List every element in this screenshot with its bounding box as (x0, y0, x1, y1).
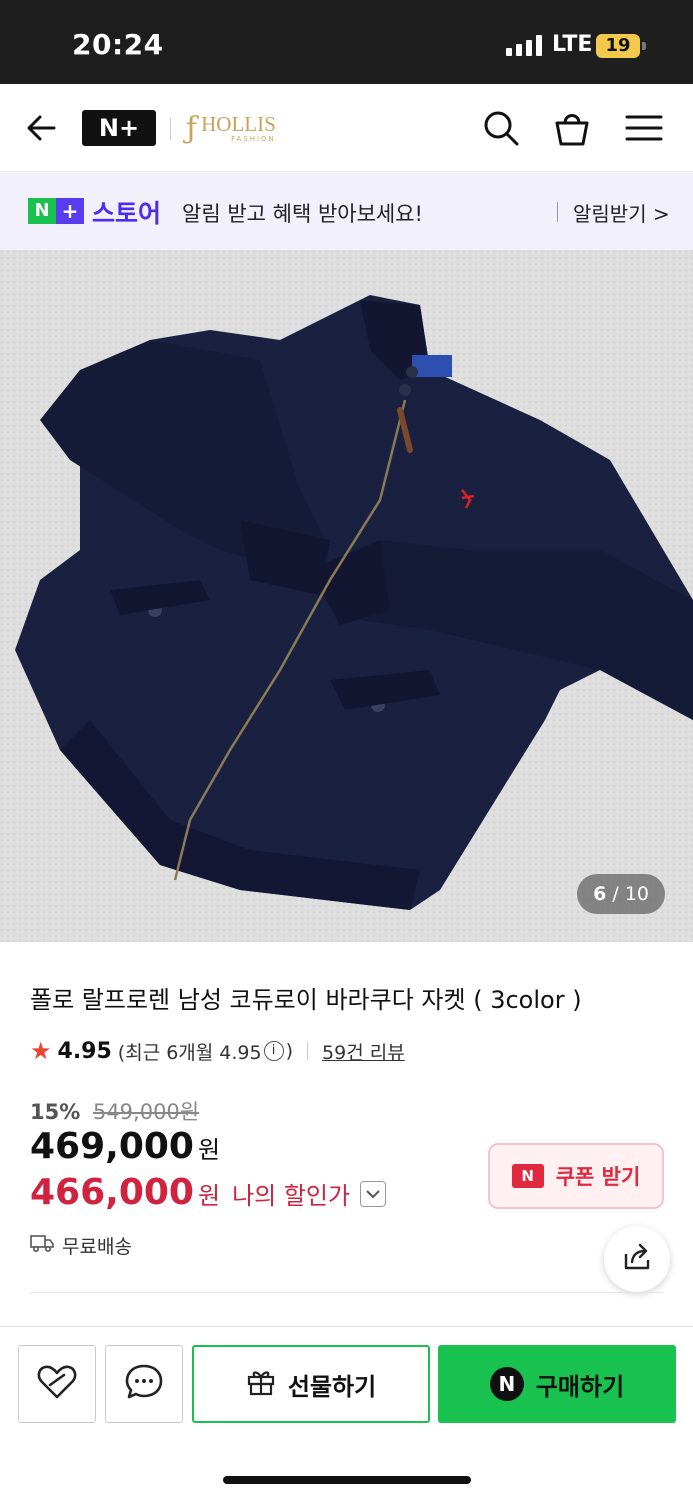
subscribe-alert-button[interactable]: 알림받기 > (573, 198, 670, 227)
like-button[interactable] (18, 1345, 96, 1423)
notification-banner[interactable]: N + 스토어 알림 받고 혜택 받아보세요! 알림받기 > (0, 172, 693, 250)
discount-rate: 15% (30, 1100, 81, 1124)
star-icon: ★ (30, 1037, 52, 1065)
battery-icon: 19 (596, 34, 640, 58)
heart-icon (36, 1363, 78, 1405)
image-counter-separator: / (612, 883, 619, 905)
product-title: 폴로 랄프로렌 남성 코듀로이 바라쿠다 자켓 ( 3color ) (30, 986, 582, 1014)
my-price-value: 466,000 (30, 1172, 194, 1213)
signal-icon (506, 34, 542, 56)
shipping-label: 무료배송 (62, 1236, 132, 1258)
home-indicator[interactable] (223, 1476, 471, 1484)
badge-n: N (28, 198, 56, 224)
coupon-icon: N (511, 1164, 544, 1188)
chevron-down-icon[interactable] (360, 1181, 387, 1207)
buy-button[interactable]: N 구매하기 (438, 1345, 676, 1423)
discount-row: 15% 549,000원 (30, 1096, 199, 1126)
brand-divider (170, 118, 171, 140)
search-icon[interactable] (481, 108, 521, 148)
share-icon (620, 1240, 654, 1278)
image-counter: 6 / 10 (577, 874, 665, 914)
rating-recent: (최근 6개월 4.95 (117, 1041, 262, 1064)
my-price-label: 나의 할인가 (232, 1182, 351, 1210)
shipping-info: 무료배송 (30, 1232, 132, 1259)
naver-pay-icon: N (489, 1367, 524, 1401)
store-label: 스토어 (92, 199, 162, 228)
share-button[interactable] (604, 1226, 670, 1292)
section-divider (30, 1292, 663, 1293)
chat-bubble-icon (124, 1362, 164, 1406)
brand-subtitle: FASHION (231, 134, 276, 143)
image-counter-total: 10 (624, 883, 649, 905)
rating-score: 4.95 (57, 1038, 112, 1064)
coupon-label: 쿠폰 받기 (555, 1165, 641, 1189)
my-price-unit: 원 (197, 1182, 221, 1210)
brand-logo[interactable]: ƒ HOLLIS FASHION (186, 108, 276, 148)
image-counter-current: 6 (593, 883, 607, 905)
bottom-action-bar: 선물하기 N 구매하기 (0, 1326, 693, 1500)
app-header: N+ ƒ HOLLIS FASHION (0, 84, 693, 172)
product-image-gallery[interactable]: 6 / 10 (0, 250, 693, 942)
status-bar: 20:24 LTE 19 (0, 0, 693, 84)
info-icon[interactable]: i (263, 1041, 284, 1061)
product-photo (0, 250, 693, 942)
buy-label: 구매하기 (535, 1372, 625, 1401)
truck-icon (30, 1233, 54, 1258)
reviews-link[interactable]: 59건 리뷰 (322, 1038, 405, 1065)
gift-icon (246, 1366, 276, 1402)
brand-name: HOLLIS (201, 111, 276, 136)
badge-plus: + (56, 198, 84, 224)
rating-row: ★ 4.95 (최근 6개월 4.95 i ) 59건 리뷰 (30, 1037, 405, 1065)
coupon-button[interactable]: N 쿠폰 받기 (488, 1143, 664, 1209)
sale-price: 469,000 원 (30, 1126, 220, 1167)
sale-price-unit: 원 (197, 1136, 221, 1164)
sale-price-value: 469,000 (30, 1126, 194, 1167)
original-price: 549,000원 (92, 1100, 200, 1124)
notice-message: 알림 받고 혜택 받아보세요! (182, 202, 423, 226)
rating-recent-suffix: ) (285, 1040, 294, 1062)
talk-button[interactable] (105, 1345, 183, 1423)
status-time: 20:24 (72, 28, 164, 61)
battery-tip (642, 42, 646, 50)
gift-label: 선물하기 (287, 1372, 377, 1401)
shopping-bag-icon[interactable] (552, 108, 592, 148)
my-discount-price[interactable]: 466,000 원 나의 할인가 (30, 1172, 387, 1213)
back-arrow-icon[interactable] (24, 108, 64, 148)
rating-divider (307, 1042, 309, 1060)
notice-divider (557, 202, 558, 222)
menu-icon[interactable] (624, 108, 664, 148)
gift-button[interactable]: 선물하기 (192, 1345, 430, 1423)
nplus-store-logo[interactable]: N+ (82, 110, 156, 146)
brand-mark-icon: ƒ (186, 110, 198, 146)
nplus-badge-icon: N + (28, 198, 84, 224)
network-label: LTE (552, 32, 593, 57)
